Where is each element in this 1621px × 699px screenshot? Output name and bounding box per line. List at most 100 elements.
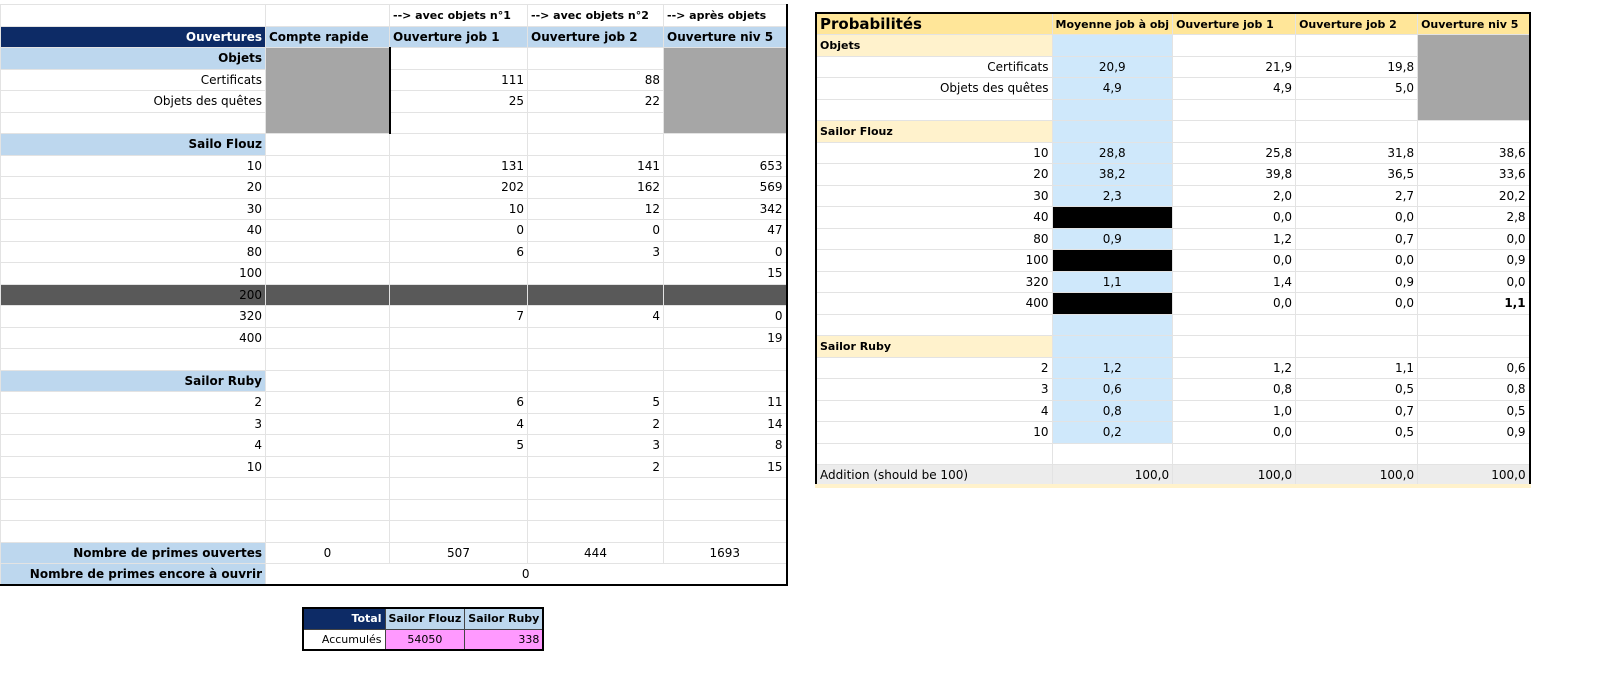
cell[interactable] [0,477,266,500]
cell[interactable] [265,262,390,285]
cell[interactable] [1417,442,1531,465]
value-cell[interactable]: 0 [527,219,664,242]
value-cell[interactable]: 2 [527,455,664,478]
value-cell[interactable]: 111 [388,68,528,91]
value-cell[interactable]: 0,8 [1172,378,1297,401]
row-label[interactable]: 3 [0,412,266,435]
cell[interactable] [1172,335,1297,358]
avg-cell[interactable]: 0,6 [1051,378,1174,401]
cell[interactable] [389,369,528,392]
section-title[interactable]: Sailor Flouz [815,120,1053,143]
header-niv5[interactable]: Ouverture niv 5 [663,25,787,48]
cell[interactable] [1051,98,1174,121]
value-cell[interactable] [527,326,664,349]
value-cell[interactable]: 0,7 [1295,399,1419,422]
value-cell[interactable] [663,283,787,306]
section-title[interactable]: Sailo Flouz [0,133,266,156]
cell[interactable] [265,348,390,371]
row-label[interactable]: 80 [815,227,1053,250]
avg-cell[interactable]: 1,1 [1051,270,1174,293]
cell[interactable] [0,520,266,543]
value-cell[interactable]: 0,0 [1295,292,1419,315]
row-label[interactable]: 40 [0,219,266,242]
value-cell[interactable]: 1,2 [1172,356,1297,379]
header-probabilites[interactable]: Probabilités [815,12,1053,35]
cell[interactable] [265,498,390,521]
cell[interactable] [265,197,390,220]
row-label[interactable]: 320 [0,305,266,328]
cell[interactable] [1051,335,1174,358]
row-label[interactable]: 20 [815,163,1053,186]
cell[interactable] [1295,335,1419,358]
avg-cell[interactable]: 2,3 [1051,184,1174,207]
value-cell[interactable]: 0 [663,305,787,328]
header-note-job2[interactable]: --> avec objets n°2 [527,4,664,27]
addition-label[interactable]: Addition (should be 100) [815,464,1053,487]
cell[interactable] [527,348,664,371]
value-cell[interactable]: 0,0 [1172,292,1297,315]
row-label[interactable]: Objets des quêtes [0,90,266,113]
value-cell[interactable]: 0,9 [1295,270,1419,293]
value-cell[interactable]: 2,8 [1417,206,1531,229]
value-cell[interactable]: 0,9 [1417,249,1531,272]
cell[interactable] [388,47,528,70]
value-cell[interactable]: 0,8 [1417,378,1531,401]
value-cell[interactable]: 0,5 [1295,421,1419,444]
cell[interactable] [1172,120,1297,143]
cell[interactable] [663,369,787,392]
avg-cell[interactable]: 0,9 [1051,227,1174,250]
value-cell[interactable]: 4 [527,305,664,328]
value-cell[interactable] [389,455,528,478]
cell[interactable] [0,498,266,521]
avg-cell[interactable]: 0,8 [1051,399,1174,422]
value-cell[interactable]: 131 [389,154,528,177]
total-ruby-header[interactable]: Sailor Ruby [464,607,544,630]
value-cell[interactable]: 19 [663,326,787,349]
value-cell[interactable]: 1,1 [1417,292,1531,315]
sum-cell[interactable]: 100,0 [1051,464,1174,487]
avg-cell-blacked[interactable]: 0,0 [1051,292,1174,315]
value-cell[interactable]: 7 [389,305,528,328]
cell[interactable] [265,326,390,349]
value-cell[interactable]: 507 [389,541,528,564]
cell[interactable] [663,348,787,371]
cell[interactable] [527,369,664,392]
section-title[interactable]: Sailor Ruby [815,335,1053,358]
header-note-job1[interactable]: --> avec objets n°1 [389,4,528,27]
cell[interactable] [265,283,390,306]
value-cell[interactable]: 141 [527,154,664,177]
cell[interactable] [1172,98,1297,121]
value-cell[interactable]: 5 [389,434,528,457]
value-cell[interactable]: 0,0 [1295,206,1419,229]
value-cell[interactable]: 162 [527,176,664,199]
value-cell[interactable]: 0,0 [1172,249,1297,272]
cell[interactable] [663,498,787,521]
row-label[interactable]: 400 [0,326,266,349]
cell[interactable] [265,434,390,457]
cell[interactable] [815,98,1053,121]
grayed-block[interactable] [265,47,390,134]
cell[interactable] [527,111,664,134]
value-cell[interactable]: 11 [663,391,787,414]
value-cell[interactable]: 0,0 [1417,227,1531,250]
total-flouz-value[interactable]: 54050 [384,628,466,651]
value-cell[interactable]: 2,0 [1172,184,1297,207]
value-cell[interactable]: 36,5 [1295,163,1419,186]
cell[interactable] [265,455,390,478]
value-cell[interactable]: 0 [265,541,390,564]
cell[interactable] [1172,313,1297,336]
cell[interactable] [0,348,266,371]
value-cell[interactable]: 0,9 [1417,421,1531,444]
row-label[interactable]: 80 [0,240,266,263]
row-label[interactable]: 400 [815,292,1053,315]
cell[interactable] [0,111,266,134]
avg-cell[interactable]: 20,9 [1051,55,1174,78]
value-cell[interactable]: 25,8 [1172,141,1297,164]
row-label[interactable]: 10 [815,141,1053,164]
row-label[interactable]: 2 [815,356,1053,379]
value-cell[interactable]: 0,6 [1417,356,1531,379]
cell[interactable] [265,4,390,27]
row-label[interactable]: 3 [815,378,1053,401]
header-job1[interactable]: Ouverture job 1 [1172,12,1297,35]
cell[interactable] [527,477,664,500]
